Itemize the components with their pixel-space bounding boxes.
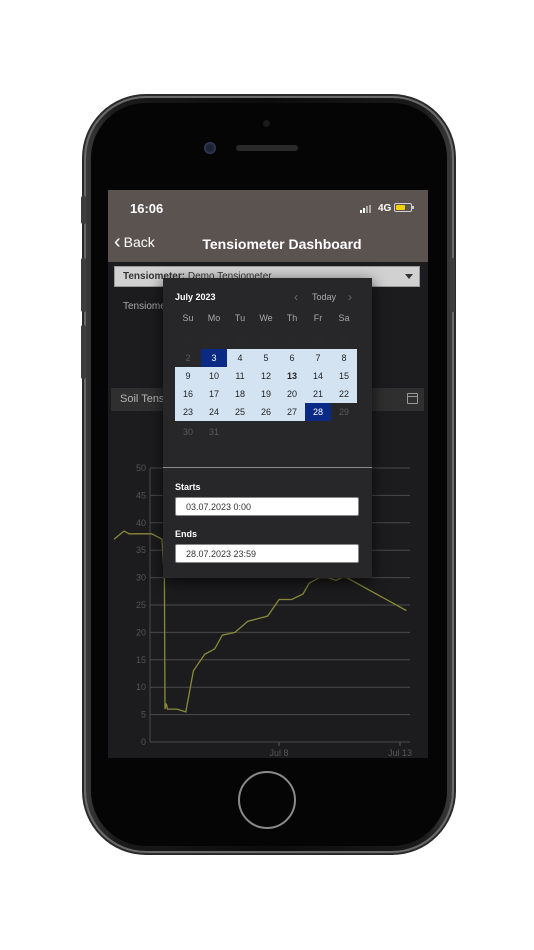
calendar-day[interactable]: 19 xyxy=(253,385,279,403)
calendar-day[interactable]: 27 xyxy=(279,403,305,421)
chevron-left-icon[interactable]: ‹ xyxy=(294,290,298,304)
volume-up-button xyxy=(81,258,86,312)
power-button xyxy=(450,258,455,312)
y-tick-label: 0 xyxy=(141,737,146,747)
app-screen: 16:06 4G ‹ Back Tensiometer Dashboard Te… xyxy=(108,190,428,758)
calendar-day[interactable]: 29 xyxy=(331,403,357,421)
calendar-day[interactable]: 11 xyxy=(227,367,253,385)
y-tick-label: 20 xyxy=(136,627,146,637)
calendar-day[interactable]: 28 xyxy=(305,403,331,421)
x-tick-label: Jul 13 xyxy=(388,748,412,758)
weekday-header: Th xyxy=(286,313,298,323)
tensiometer-sublabel: Tensiomet xyxy=(123,301,169,312)
calendar-day-outside: 25 xyxy=(182,335,193,345)
volume-down-button xyxy=(81,325,86,379)
y-tick-label: 45 xyxy=(136,490,146,500)
mute-switch xyxy=(81,196,86,224)
calendar-day[interactable]: 25 xyxy=(227,403,253,421)
x-tick-label: Jul 8 xyxy=(269,748,288,758)
calendar-day[interactable]: 14 xyxy=(305,367,331,385)
chevron-down-icon xyxy=(405,274,413,279)
calendar-day-outside: 27 xyxy=(234,335,245,345)
calendar-day[interactable]: 24 xyxy=(201,403,227,421)
calendar-day-outside: 30 xyxy=(312,335,323,345)
calendar-day[interactable]: 20 xyxy=(279,385,305,403)
front-camera-icon xyxy=(204,142,216,154)
calendar-day[interactable]: 22 xyxy=(331,385,357,403)
calendar-day-outside: 29 xyxy=(286,335,297,345)
ends-field[interactable] xyxy=(175,544,359,563)
battery-icon xyxy=(394,203,414,212)
calendar-day[interactable]: 5 xyxy=(253,349,279,367)
y-tick-label: 35 xyxy=(136,545,146,555)
calendar-day[interactable]: 26 xyxy=(253,403,279,421)
calendar-day[interactable]: 30 xyxy=(175,423,201,441)
calendar-day[interactable]: 18 xyxy=(227,385,253,403)
y-tick-label: 30 xyxy=(136,573,146,583)
picker-divider xyxy=(163,467,372,468)
calendar-day[interactable]: 17 xyxy=(201,385,227,403)
calendar-day[interactable]: 13 xyxy=(279,367,305,385)
chart-card-title: Soil Tens xyxy=(120,393,165,405)
weekday-header: Tu xyxy=(234,313,246,323)
calendar-day[interactable]: 12 xyxy=(253,367,279,385)
home-button[interactable] xyxy=(238,771,296,829)
calendar-day[interactable]: 6 xyxy=(279,349,305,367)
calendar-day[interactable]: 9 xyxy=(175,367,201,385)
weekday-header: Fr xyxy=(313,313,323,323)
calendar-day[interactable]: 21 xyxy=(305,385,331,403)
calendar-day[interactable]: 4 xyxy=(227,349,253,367)
calendar-day[interactable]: 3 xyxy=(201,349,227,367)
weekday-header: We xyxy=(259,313,273,323)
weekday-header: Su xyxy=(182,313,194,323)
weekday-header: Mo xyxy=(207,313,221,323)
status-time: 16:06 xyxy=(130,201,164,216)
ends-label: Ends xyxy=(175,529,198,539)
calendar-day[interactable]: 8 xyxy=(331,349,357,367)
calendar-day-outside: 1 xyxy=(341,335,347,345)
calendar-day-outside: 28 xyxy=(260,335,271,345)
proximity-sensor xyxy=(263,120,270,127)
calendar-day[interactable]: 23 xyxy=(175,403,201,421)
chevron-right-icon[interactable]: › xyxy=(348,290,352,304)
signal-icon xyxy=(360,205,374,213)
page-title: Tensiometer Dashboard xyxy=(202,236,362,252)
calendar-day-outside: 26 xyxy=(208,335,219,345)
calendar-day[interactable]: 31 xyxy=(201,423,227,441)
starts-label: Starts xyxy=(175,482,201,492)
calendar-day[interactable]: 16 xyxy=(175,385,201,403)
network-type: 4G xyxy=(378,203,392,214)
y-tick-label: 40 xyxy=(136,518,146,528)
navigation-bar: ‹ Back Tensiometer Dashboard xyxy=(108,226,428,262)
earpiece-speaker xyxy=(236,145,298,151)
today-button[interactable]: Today xyxy=(312,292,336,302)
date-range-picker: July 2023 ‹ Today › Su Mo Tu We Th Fr Sa 25 26 2… xyxy=(163,278,372,578)
starts-field[interactable] xyxy=(175,497,359,516)
y-tick-label: 5 xyxy=(141,710,146,720)
calendar-icon[interactable] xyxy=(407,393,418,404)
calendar-day[interactable]: 15 xyxy=(331,367,357,385)
calendar-day[interactable]: 7 xyxy=(305,349,331,367)
y-tick-label: 10 xyxy=(136,682,146,692)
calendar-day[interactable]: 10 xyxy=(201,367,227,385)
month-label: July 2023 xyxy=(175,292,216,302)
weekday-header: Sa xyxy=(338,313,350,323)
y-tick-label: 50 xyxy=(136,463,146,473)
y-tick-label: 15 xyxy=(136,655,146,665)
y-tick-label: 25 xyxy=(136,600,146,610)
calendar-day[interactable]: 2 xyxy=(175,349,201,367)
status-bar: 16:06 4G xyxy=(108,190,428,226)
